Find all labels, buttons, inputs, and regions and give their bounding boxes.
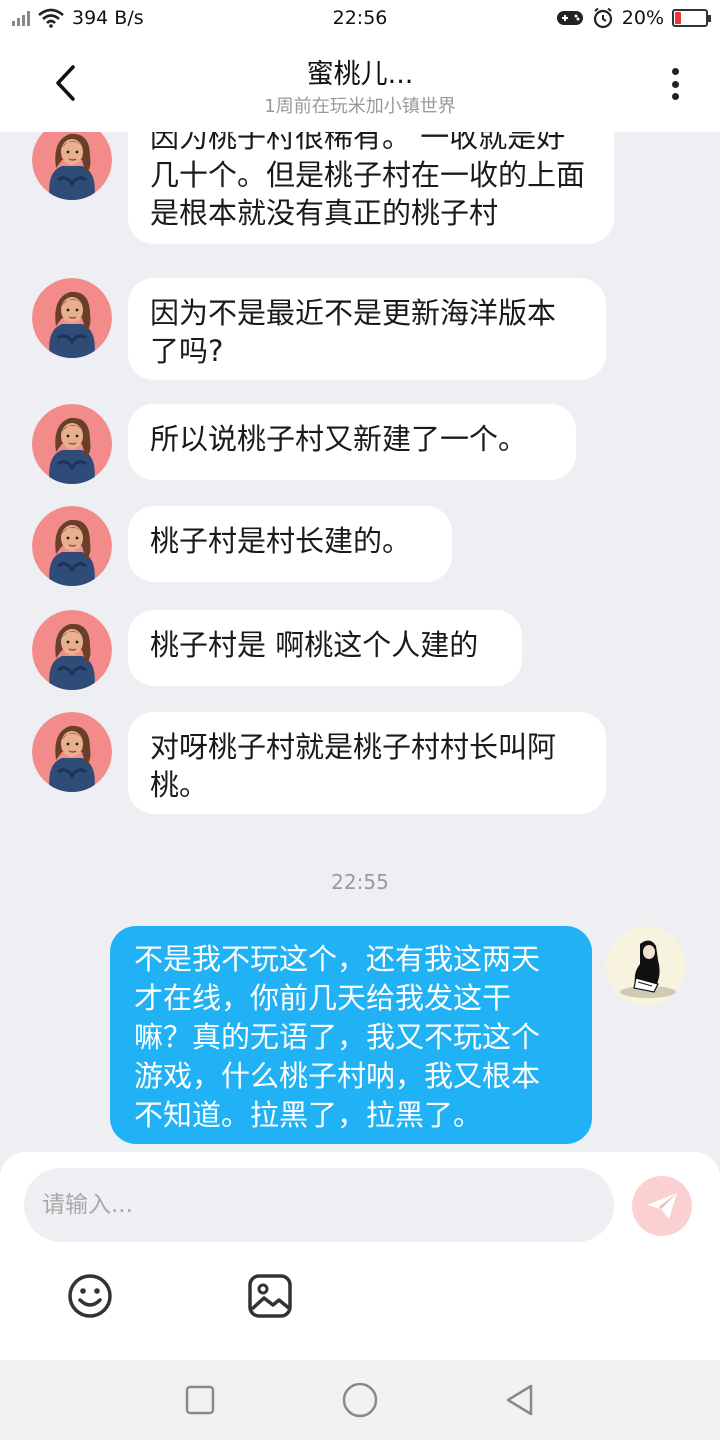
triangle-back-icon [506, 1384, 533, 1416]
gamepad-icon [556, 11, 583, 25]
contact-avatar[interactable] [32, 610, 112, 690]
send-icon [647, 1193, 677, 1219]
message-bubble[interactable]: 因为桃子村很稀有。 一收就是好几十个。但是桃子村在一收的上面是根本就没有真正的桃… [128, 132, 614, 244]
more-button[interactable] [660, 64, 690, 104]
circle-icon [342, 1382, 378, 1418]
message-text: 桃子村是村长建的。 [150, 524, 412, 558]
contact-avatar[interactable] [32, 278, 112, 358]
wifi-icon [38, 8, 64, 28]
square-icon [185, 1385, 215, 1415]
status-time: 22:56 [332, 7, 388, 29]
message-text: 因为不是最近不是更新海洋版本了吗? [150, 296, 557, 368]
message-text: 对呀桃子村就是桃子村村长叫阿桃。 [150, 730, 557, 802]
send-button[interactable] [632, 1176, 692, 1236]
network-speed: 394 B/s [72, 7, 144, 29]
signal-icon [12, 10, 30, 26]
message-text: 不是我不玩这个，还有我这两天才在线，你前几天给我发这干嘛？真的无语了，我又不玩这… [134, 942, 541, 1132]
composer [0, 1152, 720, 1360]
contact-avatar[interactable] [32, 712, 112, 792]
contact-avatar[interactable] [32, 132, 112, 200]
contact-status: 1周前在玩米加小镇世界 [264, 96, 456, 117]
battery-level [675, 12, 681, 24]
back-nav-button[interactable] [500, 1380, 540, 1420]
my-message-bubble[interactable]: 不是我不玩这个，还有我这两天才在线，你前几天给我发这干嘛？真的无语了，我又不玩这… [110, 926, 592, 1144]
contact-avatar[interactable] [32, 404, 112, 484]
emoji-icon [68, 1274, 112, 1318]
chat-header: 蜜桃儿... 1周前在玩米加小镇世界 [0, 36, 720, 132]
chat-messages[interactable]: 因为桃子村很稀有。 一收就是好几十个。但是桃子村在一收的上面是根本就没有真正的桃… [0, 132, 720, 1152]
status-left: 394 B/s [12, 7, 272, 29]
message-text: 所以说桃子村又新建了一个。 [150, 422, 528, 456]
image-icon [248, 1274, 292, 1318]
more-vertical-icon [671, 68, 679, 75]
my-avatar[interactable] [606, 926, 686, 1006]
emoji-button[interactable] [66, 1272, 114, 1320]
battery-icon [672, 9, 711, 27]
message-bubble[interactable]: 桃子村是 啊桃这个人建的 [128, 610, 522, 686]
recents-button[interactable] [180, 1380, 220, 1420]
contact-name[interactable]: 蜜桃儿... [0, 52, 720, 91]
message-text: 桃子村是 啊桃这个人建的 [150, 628, 479, 662]
status-right: 20% [448, 7, 711, 29]
message-bubble[interactable]: 桃子村是村长建的。 [128, 506, 452, 582]
image-button[interactable] [246, 1272, 294, 1320]
status-bar: 394 B/s 22:56 20% [0, 0, 720, 36]
message-bubble[interactable]: 因为不是最近不是更新海洋版本了吗? [128, 278, 606, 380]
message-bubble[interactable]: 对呀桃子村就是桃子村村长叫阿桃。 [128, 712, 606, 814]
contact-avatar[interactable] [32, 506, 112, 586]
system-nav-bar [0, 1360, 720, 1440]
home-button[interactable] [340, 1380, 380, 1420]
time-divider: 22:55 [331, 870, 389, 894]
battery-percent: 20% [621, 7, 664, 29]
message-bubble[interactable]: 所以说桃子村又新建了一个。 [128, 404, 576, 480]
message-text: 因为桃子村很稀有。 一收就是好几十个。但是桃子村在一收的上面是根本就没有真正的桃… [150, 132, 586, 230]
alarm-icon [593, 7, 612, 29]
message-input[interactable] [24, 1168, 614, 1242]
